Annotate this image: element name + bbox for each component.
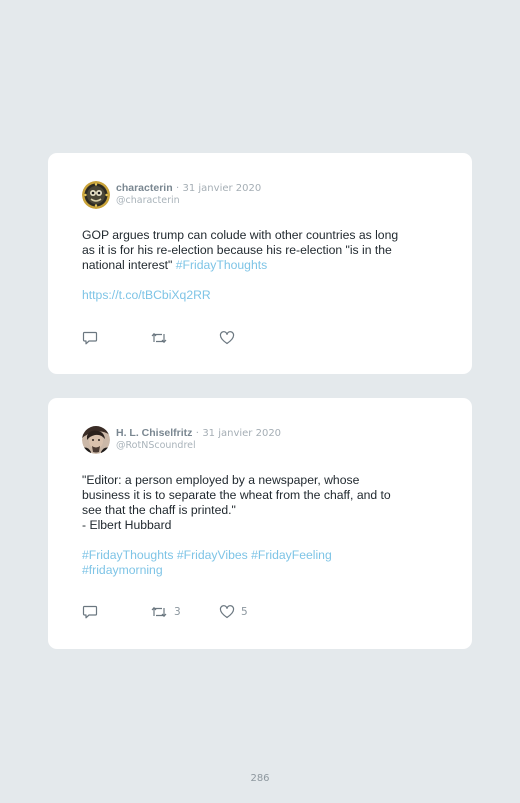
like-button[interactable] xyxy=(219,330,235,346)
tweet-text-line: see that the chaff is printed." xyxy=(82,503,236,517)
reply-icon xyxy=(82,331,98,345)
tweet-url-link[interactable]: https://t.co/tBCbiXq2RR xyxy=(82,288,442,303)
tweet-date[interactable]: 31 janvier 2020 xyxy=(202,428,281,439)
reply-button[interactable] xyxy=(82,330,98,346)
like-button[interactable]: 5 xyxy=(219,604,248,620)
like-count: 5 xyxy=(241,606,248,618)
user-handle[interactable]: @RotNScoundrel xyxy=(116,440,281,452)
display-name[interactable]: H. L. Chiselfritz xyxy=(116,427,192,439)
hashtag-link[interactable]: #FridayThoughts xyxy=(176,258,267,272)
page-number: 286 xyxy=(250,773,270,784)
tweet-text-line: GOP argues trump can colude with other c… xyxy=(82,228,399,242)
tweet-text-line: business it is to separate the wheat fro… xyxy=(82,488,391,502)
separator: · xyxy=(175,183,180,194)
tweet-card: characterin · 31 janvier 2020 @character… xyxy=(48,153,472,374)
hashtag-links[interactable]: #FridayThoughts #FridayVibes #FridayFeel… xyxy=(82,548,442,563)
tweet-text-line-with-hashtag: national interest" #FridayThoughts xyxy=(82,258,442,273)
heart-icon xyxy=(219,331,235,345)
avatar[interactable] xyxy=(82,181,110,209)
tweet-text-line: as it is for his re-election because his… xyxy=(82,243,392,257)
retweet-button[interactable]: 3 xyxy=(150,604,181,620)
hashtag-link[interactable]: #fridaymorning xyxy=(82,563,442,578)
name-line: characterin · 31 janvier 2020 xyxy=(116,182,261,195)
reply-button[interactable] xyxy=(82,604,98,620)
avatar[interactable] xyxy=(82,426,110,454)
separator: · xyxy=(195,428,199,439)
tweet-text: GOP argues trump can colude with other c… xyxy=(82,228,442,303)
tweet-meta: H. L. Chiselfritz · 31 janvier 2020 @Rot… xyxy=(116,427,281,452)
tweet-meta: characterin · 31 janvier 2020 @character… xyxy=(116,182,261,207)
heart-icon xyxy=(219,605,235,619)
name-line: H. L. Chiselfritz · 31 janvier 2020 xyxy=(116,427,281,440)
reply-icon xyxy=(82,605,98,619)
retweet-icon xyxy=(151,332,167,344)
tweet-card: H. L. Chiselfritz · 31 janvier 2020 @Rot… xyxy=(48,398,472,649)
tweet-text-line: - Elbert Hubbard xyxy=(82,518,172,532)
display-name[interactable]: characterin xyxy=(116,182,173,194)
retweet-icon xyxy=(151,606,167,618)
retweet-count: 3 xyxy=(174,606,181,618)
retweet-button[interactable] xyxy=(150,330,168,346)
tweet-date[interactable]: 31 janvier 2020 xyxy=(183,183,262,194)
user-handle[interactable]: @characterin xyxy=(116,195,261,207)
tweet-text-fragment: national interest" xyxy=(82,258,173,272)
tweet-text: "Editor: a person employed by a newspape… xyxy=(82,473,442,578)
tweet-text-line: "Editor: a person employed by a newspape… xyxy=(82,473,360,487)
